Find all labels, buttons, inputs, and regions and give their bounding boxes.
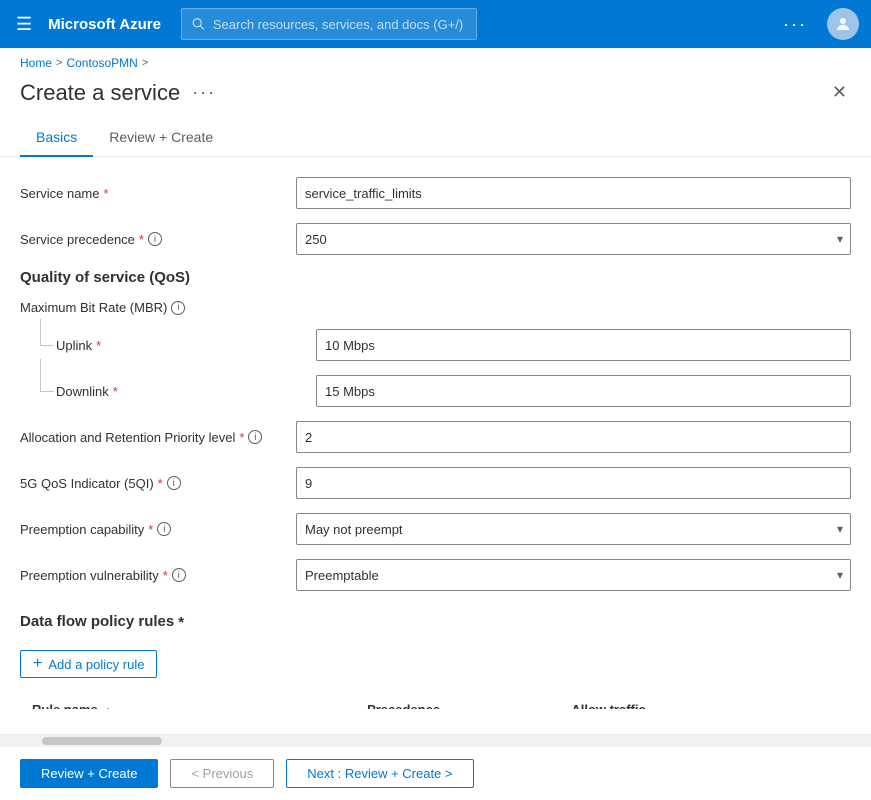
tab-basics[interactable]: Basics — [20, 119, 93, 157]
tab-review-create[interactable]: Review + Create — [93, 119, 229, 157]
arp-info-icon[interactable]: i — [248, 430, 262, 444]
search-icon — [192, 17, 205, 31]
mbr-label-row: Maximum Bit Rate (MBR) i — [20, 300, 851, 315]
mbr-info-icon[interactable]: i — [171, 301, 185, 315]
policy-rules-heading: Data flow policy rules — [20, 613, 174, 630]
search-bar[interactable] — [181, 8, 477, 40]
downlink-row: Downlink * — [40, 375, 851, 407]
preemption-cap-info-icon[interactable]: i — [157, 522, 171, 536]
downlink-input[interactable] — [316, 375, 851, 407]
mbr-label: Maximum Bit Rate (MBR) i — [20, 300, 280, 315]
uplink-required: * — [96, 338, 101, 353]
preemption-cap-select-wrapper: May not preempt May preempt ▾ — [296, 513, 851, 545]
downlink-required: * — [113, 384, 118, 399]
preemption-vuln-label: Preemption vulnerability * i — [20, 568, 280, 583]
col-allow-traffic[interactable]: Allow traffic — [559, 694, 766, 709]
policy-rules-table: Rule name ↑ Precedence Allow traffic rul… — [20, 694, 851, 709]
panel-more-icon[interactable]: ··· — [192, 82, 216, 103]
qos-section-heading: Quality of service (QoS) — [20, 269, 851, 286]
qi-label: 5G QoS Indicator (5QI) * i — [20, 476, 280, 491]
uplink-label: Uplink * — [40, 338, 300, 353]
main-content: Service name * Service precedence * i 25… — [0, 157, 871, 709]
preemption-vuln-required: * — [163, 568, 168, 583]
preemption-vuln-select-wrapper: Preemptable Not preemptable ▾ — [296, 559, 851, 591]
preemption-vuln-row: Preemption vulnerability * i Preemptable… — [20, 559, 851, 591]
service-precedence-info-icon[interactable]: i — [148, 232, 162, 246]
hamburger-menu-icon[interactable]: ☰ — [12, 10, 36, 39]
preemption-cap-required: * — [148, 522, 153, 537]
qi-input[interactable] — [296, 467, 851, 499]
tabs: Basics Review + Create — [0, 119, 871, 157]
sort-rule-name-icon: ↑ — [105, 705, 111, 709]
plus-icon: + — [33, 656, 42, 672]
breadcrumb-parent[interactable]: ContosoPMN — [66, 56, 137, 70]
footer-buttons: Review + Create < Previous Next : Review… — [0, 747, 871, 800]
preemption-cap-select[interactable]: May not preempt May preempt — [296, 513, 851, 545]
footer: Review + Create < Previous Next : Review… — [0, 734, 871, 800]
next-review-create-button[interactable]: Next : Review + Create > — [286, 759, 473, 788]
service-name-row: Service name * — [20, 177, 851, 209]
breadcrumb-home[interactable]: Home — [20, 56, 52, 70]
preemption-cap-label: Preemption capability * i — [20, 522, 280, 537]
service-name-required: * — [103, 186, 108, 201]
qi-info-icon[interactable]: i — [167, 476, 181, 490]
avatar[interactable] — [827, 8, 859, 40]
panel-title: Create a service — [20, 80, 180, 106]
service-precedence-select[interactable]: 250 — [296, 223, 851, 255]
topbar-more-icon[interactable]: ··· — [775, 10, 815, 39]
review-create-button[interactable]: Review + Create — [20, 759, 158, 788]
downlink-label: Downlink * — [40, 384, 300, 399]
preemption-vuln-info-icon[interactable]: i — [172, 568, 186, 582]
service-precedence-select-wrapper: 250 ▾ — [296, 223, 851, 255]
arp-required: * — [239, 430, 244, 445]
search-input[interactable] — [213, 17, 466, 32]
uplink-input[interactable] — [316, 329, 851, 361]
user-avatar-icon — [834, 15, 852, 33]
service-precedence-row: Service precedence * i 250 ▾ — [20, 223, 851, 255]
qi-row: 5G QoS Indicator (5QI) * i — [20, 467, 851, 499]
breadcrumb-chevron-1: > — [56, 57, 62, 69]
previous-button[interactable]: < Previous — [170, 759, 274, 788]
preemption-cap-row: Preemption capability * i May not preemp… — [20, 513, 851, 545]
service-name-input[interactable] — [296, 177, 851, 209]
topbar: ☰ Microsoft Azure ··· — [0, 0, 871, 48]
service-precedence-label: Service precedence * i — [20, 232, 280, 247]
close-icon[interactable]: ✕ — [828, 78, 851, 107]
col-precedence[interactable]: Precedence — [355, 694, 559, 709]
scrollbar-thumb[interactable] — [42, 737, 162, 745]
app-title: Microsoft Azure — [48, 16, 161, 33]
service-precedence-required: * — [139, 232, 144, 247]
preemption-vuln-select[interactable]: Preemptable Not preemptable — [296, 559, 851, 591]
col-rule-name[interactable]: Rule name ↑ — [20, 694, 355, 709]
breadcrumb-chevron-2: > — [142, 57, 148, 69]
arp-row: Allocation and Retention Priority level … — [20, 421, 851, 453]
service-name-label: Service name * — [20, 186, 280, 201]
scrollbar[interactable] — [0, 735, 871, 747]
qi-required: * — [158, 476, 163, 491]
arp-input[interactable] — [296, 421, 851, 453]
breadcrumb: Home > ContosoPMN > — [0, 48, 871, 78]
arp-label: Allocation and Retention Priority level … — [20, 430, 280, 445]
panel-header: Create a service ··· ✕ — [0, 78, 871, 119]
policy-rules-required: * — [178, 614, 184, 631]
uplink-row: Uplink * — [40, 329, 851, 361]
add-policy-rule-button[interactable]: + Add a policy rule — [20, 650, 157, 678]
